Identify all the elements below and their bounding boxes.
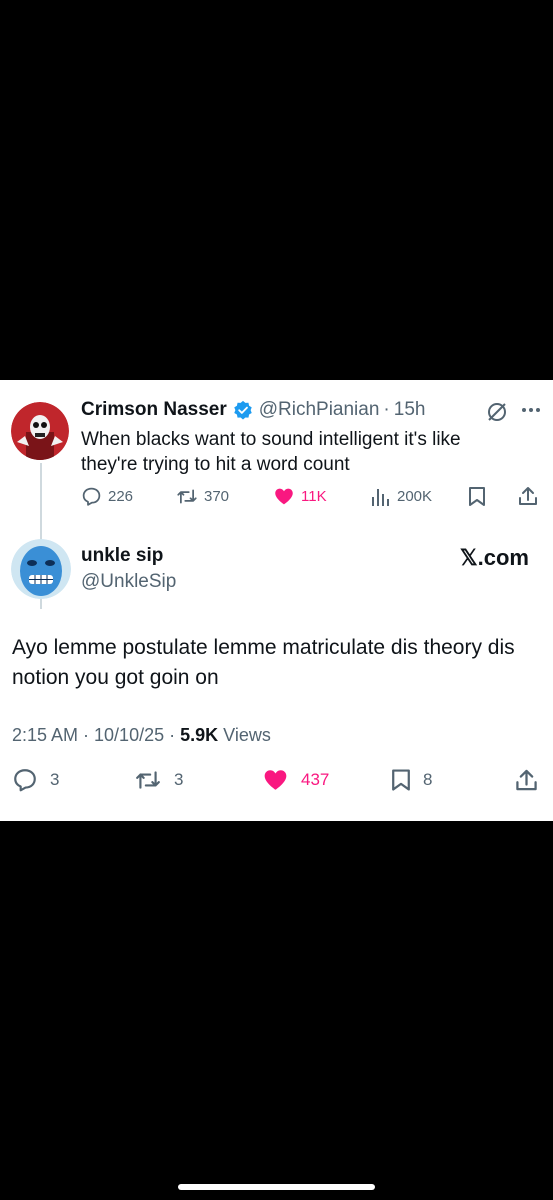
avatar-unkle-sip[interactable]	[11, 539, 71, 599]
reply-count: 3	[50, 770, 60, 789]
display-name[interactable]: unkle sip	[81, 545, 163, 567]
reply-button[interactable]: 3	[12, 767, 59, 793]
avatar-image	[11, 402, 69, 460]
repost-button[interactable]: 3	[134, 767, 183, 793]
handle[interactable]: @RichPianian	[259, 399, 380, 421]
repost-button[interactable]: 370	[176, 486, 229, 507]
verified-badge-icon	[233, 400, 253, 420]
views-label: Views	[218, 725, 271, 745]
more-icon[interactable]	[520, 402, 542, 427]
avatar-crimson-nasser[interactable]	[11, 402, 69, 460]
separator-dot: ·	[383, 399, 390, 420]
reply-icon	[14, 769, 36, 792]
like-count: 11K	[301, 488, 327, 505]
x-com-logo: 𝕏.com	[459, 545, 529, 570]
like-button[interactable]: 437	[262, 767, 329, 793]
display-name[interactable]: Crimson Nasser	[81, 399, 227, 421]
reply-icon	[82, 487, 101, 506]
like-icon	[264, 770, 287, 790]
avatar-image	[11, 539, 71, 599]
main-tweet-text: Ayo lemme postulate lemme matriculate di…	[12, 636, 515, 689]
like-icon	[275, 488, 293, 505]
tweet-card: Crimson Nasser @RichPianian · 15h When b…	[0, 380, 553, 821]
share-icon[interactable]	[514, 767, 539, 798]
like-button[interactable]: 11K	[273, 486, 327, 507]
bookmark-button[interactable]: 8	[391, 767, 432, 793]
repost-count: 3	[174, 770, 184, 789]
quoted-tweet-header: Crimson Nasser @RichPianian · 15h	[81, 399, 425, 421]
like-count: 437	[301, 770, 330, 789]
tweet-metadata: 2:15 AM · 10/10/25 · 5.9K Views	[12, 725, 271, 746]
views-icon	[372, 489, 389, 506]
views-count: 200K	[397, 488, 433, 505]
share-icon[interactable]	[517, 485, 539, 512]
repost-count: 370	[204, 488, 230, 505]
bookmark-icon[interactable]	[468, 486, 486, 512]
home-indicator[interactable]	[178, 1184, 375, 1190]
handle[interactable]: @UnkleSip	[81, 571, 176, 593]
views-total: 5.9K	[180, 725, 219, 745]
timestamp[interactable]: 2:15 AM · 10/10/25 ·	[12, 725, 180, 745]
post-time[interactable]: 15h	[394, 399, 426, 421]
quoted-tweet-text: When blacks want to sound intelligent it…	[81, 429, 461, 475]
repost-icon	[177, 489, 197, 504]
grok-icon[interactable]	[486, 401, 508, 428]
bookmark-count: 8	[423, 770, 433, 789]
repost-icon	[136, 771, 160, 789]
reply-button[interactable]: 226	[81, 486, 133, 507]
views-button[interactable]: 200K	[371, 486, 432, 507]
reply-count: 226	[108, 488, 134, 505]
bookmark-icon	[392, 769, 410, 791]
